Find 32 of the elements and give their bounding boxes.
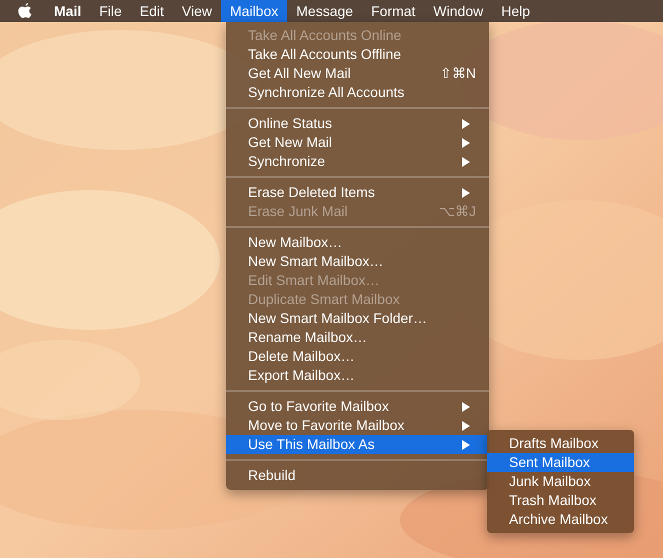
- menu-bar-item[interactable]: View: [172, 0, 222, 22]
- apple-logo-icon[interactable]: [17, 2, 33, 20]
- submenu-item[interactable]: Archive Mailbox: [487, 510, 634, 529]
- menu-bar-item[interactable]: Help: [492, 0, 540, 22]
- menu-bar-item[interactable]: Mailbox: [221, 0, 288, 22]
- menu-item[interactable]: Synchronize: [226, 152, 489, 171]
- submenu-item[interactable]: Trash Mailbox: [487, 491, 634, 510]
- menu-item[interactable]: Rename Mailbox…: [226, 328, 489, 347]
- menu-item[interactable]: Rebuild: [226, 466, 489, 485]
- menu-bar-item[interactable]: File: [90, 0, 131, 22]
- menu-bar-item[interactable]: Format: [362, 0, 424, 22]
- menu-item[interactable]: Online Status: [226, 114, 489, 133]
- submenu-item[interactable]: Drafts Mailbox: [487, 434, 634, 453]
- menu-item[interactable]: Move to Favorite Mailbox: [226, 416, 489, 435]
- submenu-item[interactable]: Sent Mailbox: [487, 453, 634, 472]
- menu-item[interactable]: Synchronize All Accounts: [226, 83, 489, 102]
- menu-bar-item[interactable]: Message: [287, 0, 362, 22]
- menu-item[interactable]: New Smart Mailbox Folder…: [226, 309, 489, 328]
- menu-bar-item[interactable]: Edit: [130, 0, 173, 22]
- menu-item[interactable]: Use This Mailbox As: [226, 435, 489, 454]
- menu-item[interactable]: Erase Deleted Items: [226, 183, 489, 202]
- menu-item[interactable]: Export Mailbox…: [226, 366, 489, 385]
- menu-item[interactable]: Take All Accounts Offline: [226, 45, 489, 64]
- menu-item[interactable]: New Smart Mailbox…: [226, 252, 489, 271]
- menu-item[interactable]: Delete Mailbox…: [226, 347, 489, 366]
- app-name-menu[interactable]: Mail: [45, 0, 90, 22]
- submenu-item[interactable]: Junk Mailbox: [487, 472, 634, 491]
- menu-item[interactable]: Get All New Mail ⇧⌘N: [226, 64, 489, 83]
- menu-item[interactable]: Go to Favorite Mailbox: [226, 397, 489, 416]
- menu-item[interactable]: New Mailbox…: [226, 233, 489, 252]
- menu-bar-item[interactable]: Window: [424, 0, 492, 22]
- menu-item[interactable]: Get New Mail: [226, 133, 489, 152]
